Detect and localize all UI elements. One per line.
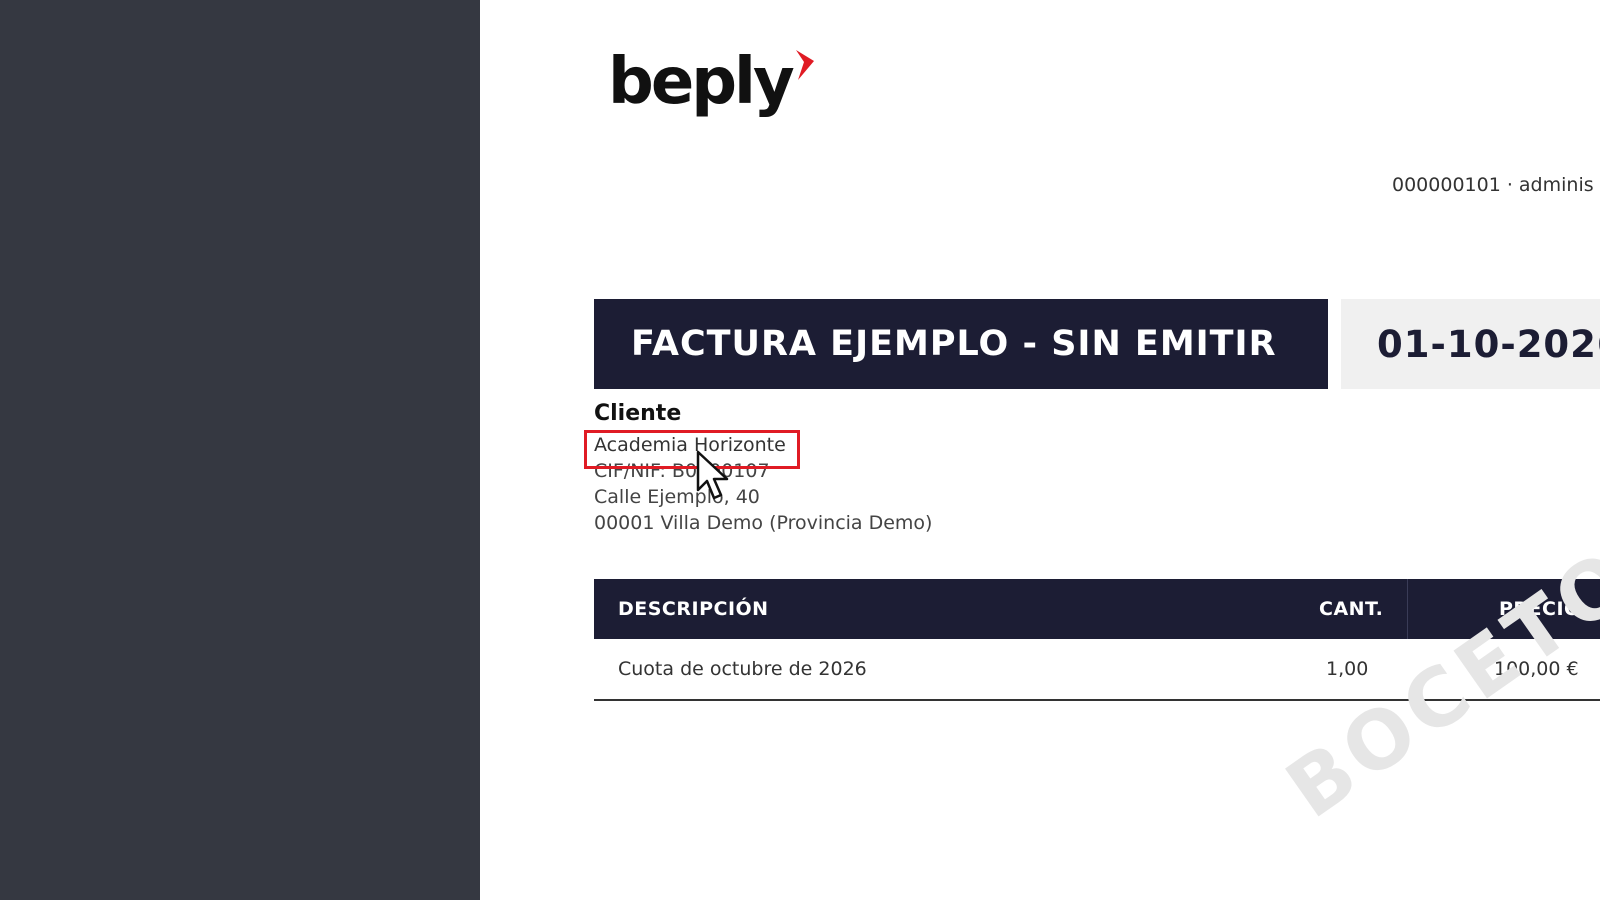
table-header: DESCRIPCIÓN CANT. PRECIO	[594, 579, 1600, 639]
client-address: Calle Ejemplo, 40	[594, 486, 760, 508]
mouse-pointer-icon	[696, 450, 736, 506]
client-heading: Cliente	[594, 401, 682, 426]
column-divider	[1407, 579, 1408, 639]
invoice-date: 01-10-2026	[1341, 299, 1600, 389]
column-header-quantity: CANT.	[1319, 598, 1384, 620]
document-reference: 000000101 · adminis	[1392, 174, 1594, 196]
client-name-highlight	[584, 430, 800, 469]
logo-text: beply	[608, 45, 795, 119]
brand-logo: beply	[608, 44, 816, 124]
invoice-preview: beply 000000101 · adminis FACTURA EJEMPL…	[480, 0, 1600, 900]
row-quantity: 1,00	[1326, 658, 1369, 680]
chevron-right-icon	[794, 48, 816, 86]
client-city: 00001 Villa Demo (Provincia Demo)	[594, 512, 933, 534]
screen: beply 000000101 · adminis FACTURA EJEMPL…	[0, 0, 1600, 900]
column-header-description: DESCRIPCIÓN	[618, 598, 769, 620]
dark-side-panel	[0, 0, 480, 900]
invoice-title: FACTURA EJEMPLO - SIN EMITIR	[594, 299, 1328, 389]
row-description: Cuota de octubre de 2026	[618, 658, 867, 680]
